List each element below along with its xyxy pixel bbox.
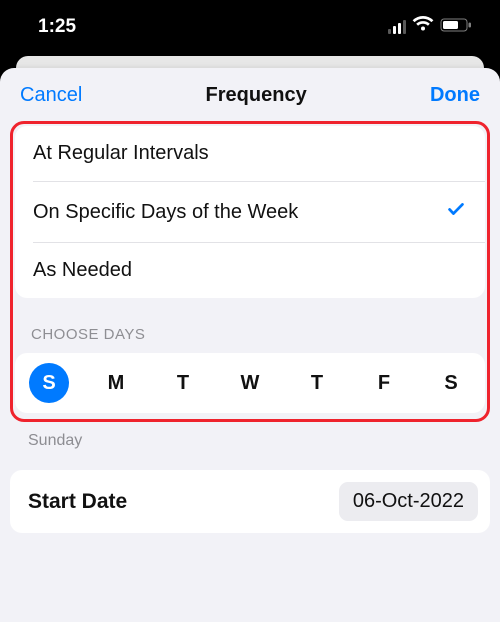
modal-sheet: Cancel Frequency Done At Regular Interva…	[0, 68, 500, 622]
choose-days-header: CHOOSE DAYS	[15, 298, 485, 353]
done-button[interactable]: Done	[430, 84, 480, 107]
frequency-option-specific-days[interactable]: On Specific Days of the Week	[15, 182, 485, 242]
status-time: 1:25	[38, 16, 76, 38]
option-label: As Needed	[33, 259, 132, 282]
day-wednesday[interactable]: W	[230, 363, 270, 403]
option-label: At Regular Intervals	[33, 142, 209, 165]
status-bar: 1:25	[0, 0, 500, 50]
battery-icon	[440, 16, 472, 38]
status-indicators	[388, 16, 473, 38]
option-label: On Specific Days of the Week	[33, 201, 298, 224]
wifi-icon	[412, 16, 434, 38]
start-date-row[interactable]: Start Date 06-Oct-2022	[10, 470, 490, 533]
nav-bar: Cancel Frequency Done	[0, 68, 500, 121]
page-title: Frequency	[206, 84, 307, 107]
cancel-button[interactable]: Cancel	[20, 84, 82, 107]
frequency-option-regular-intervals[interactable]: At Regular Intervals	[15, 126, 485, 181]
day-thursday[interactable]: T	[297, 363, 337, 403]
frequency-options-group: At Regular Intervals On Specific Days of…	[15, 126, 485, 298]
selected-days-label: Sunday	[10, 422, 490, 456]
day-saturday[interactable]: S	[431, 363, 471, 403]
day-sunday[interactable]: S	[29, 363, 69, 403]
frequency-option-as-needed[interactable]: As Needed	[15, 243, 485, 298]
start-date-value[interactable]: 06-Oct-2022	[339, 482, 478, 521]
start-date-label: Start Date	[28, 490, 127, 514]
checkmark-icon	[445, 198, 467, 226]
highlight-annotation: At Regular Intervals On Specific Days of…	[10, 121, 490, 422]
day-tuesday[interactable]: T	[163, 363, 203, 403]
day-monday[interactable]: M	[96, 363, 136, 403]
cellular-icon	[388, 20, 407, 34]
day-selector: S M T W T F S	[15, 353, 485, 413]
day-friday[interactable]: F	[364, 363, 404, 403]
